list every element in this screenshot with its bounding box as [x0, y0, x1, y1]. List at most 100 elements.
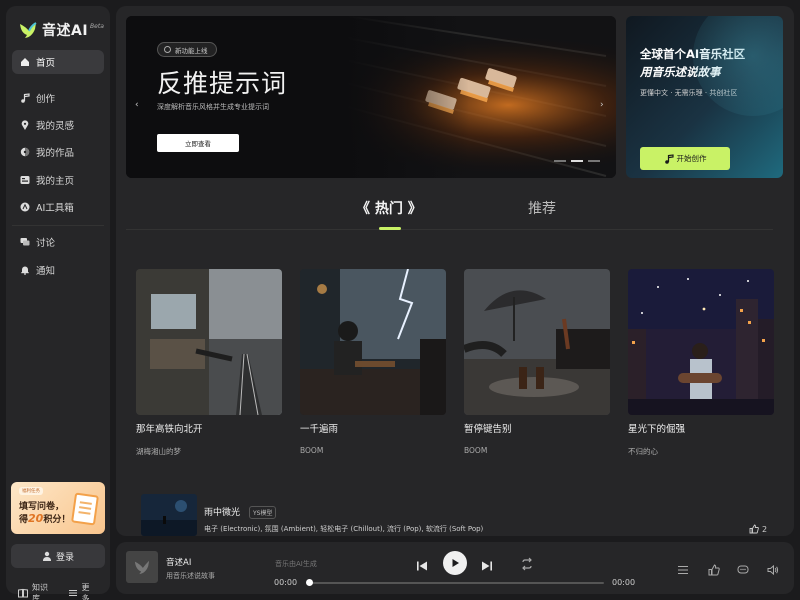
carousel-dot[interactable]	[588, 160, 600, 162]
progress-bar[interactable]	[308, 582, 604, 584]
sidebar-item-label: 我的灵感	[36, 121, 75, 132]
content-tabs: 《 热门 》 推荐	[126, 190, 773, 230]
song-cover	[136, 269, 282, 415]
next-icon[interactable]	[481, 557, 493, 576]
player-title: 音述AI	[166, 558, 192, 568]
starry-guitarist-artwork	[628, 269, 774, 415]
song-artist[interactable]: 湖梅湘山的梦	[136, 446, 282, 457]
train-office-artwork	[136, 269, 282, 415]
community-title: 全球首个AI音乐社区	[640, 47, 746, 61]
song-card[interactable]: 暂停键告别 BOOM	[464, 269, 610, 455]
previous-icon[interactable]	[416, 557, 428, 576]
sidebar-item-works[interactable]: 我的作品	[12, 140, 104, 164]
bell-icon	[20, 265, 30, 275]
play-icon	[452, 559, 459, 567]
song-thumbnail	[141, 494, 197, 536]
survey-promo-banner[interactable]: 福利任务 填写问卷， 得20积分！	[11, 482, 105, 534]
song-genres: 电子 (Electronic), 氛围 (Ambient), 轻松电子 (Chi…	[204, 525, 484, 533]
book-icon	[18, 588, 28, 598]
playlist-icon[interactable]	[677, 561, 689, 580]
song-artist[interactable]: 不归的心	[628, 446, 774, 457]
beta-label: Beta	[90, 22, 104, 30]
like-button[interactable]: 2	[749, 524, 767, 534]
carousel-dot[interactable]	[571, 160, 583, 162]
play-button[interactable]	[443, 551, 467, 575]
ai-toolbox-icon	[20, 202, 30, 212]
sidebar-item-inspiration[interactable]: 我的灵感	[12, 113, 104, 137]
song-title: 一千遍雨	[300, 424, 339, 435]
sidebar-item-label: AI工具箱	[36, 203, 74, 214]
knowledge-base-link[interactable]: 知识库	[18, 582, 52, 600]
carousel-dot[interactable]	[554, 160, 566, 162]
sidebar-item-label: 首页	[36, 58, 56, 69]
sidebar-item-label: 我的主页	[36, 176, 75, 187]
repeat-icon[interactable]	[520, 556, 534, 575]
chat-icon	[20, 237, 30, 247]
main-content: 新功能上线 反推提示词 深度解析音乐风格并生成专业提示词 立即查看 ‹ › 全球…	[116, 6, 794, 536]
carousel-indicators	[554, 160, 605, 162]
song-cover	[628, 269, 774, 415]
music-note-icon	[664, 153, 674, 164]
more-link[interactable]: 更多	[68, 582, 94, 600]
profile-card-icon	[20, 175, 30, 185]
sidebar-item-label: 创作	[36, 94, 56, 105]
tab-recommend[interactable]: 推荐	[528, 198, 556, 218]
banner-subtitle: 深度解析音乐风格并生成专业提示词	[157, 103, 269, 111]
song-cover	[300, 269, 446, 415]
volume-icon[interactable]	[767, 561, 779, 580]
song-artist[interactable]: BOOM	[464, 446, 610, 455]
song-artist[interactable]: BOOM	[300, 446, 446, 455]
ai-generated-hint: 音乐由AI生成	[275, 560, 317, 568]
user-icon	[42, 551, 52, 561]
music-note-icon	[20, 93, 30, 103]
player-subtitle: 用音乐述说故事	[166, 572, 215, 580]
sidebar-item-ai-toolbox[interactable]: AI工具箱	[12, 195, 104, 219]
new-feature-badge: 新功能上线	[157, 42, 217, 57]
song-title: 那年高铁向北开	[136, 424, 203, 435]
sidebar: 音述AI Beta 首页 创作 我的灵感 我的作品 我的主页 AI工具箱 讨论 …	[6, 6, 110, 600]
progress-handle[interactable]	[306, 579, 313, 586]
song-title: 星光下的倔强	[628, 424, 686, 435]
chevron-left-icon[interactable]: ‹	[135, 100, 139, 110]
sidebar-item-label: 讨论	[36, 238, 56, 249]
sidebar-divider	[12, 225, 104, 226]
song-card[interactable]: 一千遍雨 BOOM	[300, 269, 446, 455]
chevron-right-icon[interactable]: ›	[600, 100, 604, 110]
logo-icon	[134, 560, 150, 575]
song-card[interactable]: 星光下的倔强 不归的心	[628, 269, 774, 457]
current-time: 00:00	[274, 578, 298, 587]
disc-icon	[20, 147, 30, 157]
song-card[interactable]: 那年高铁向北开 湖梅湘山的梦	[136, 269, 282, 457]
song-title: 雨中微光	[204, 508, 241, 518]
like-count: 2	[762, 524, 768, 534]
sidebar-item-profile[interactable]: 我的主页	[12, 168, 104, 192]
total-time: 00:00	[612, 578, 636, 587]
feature-banner[interactable]: 新功能上线 反推提示词 深度解析音乐风格并生成专业提示词 立即查看 ‹ ›	[126, 16, 616, 178]
location-pin-icon	[20, 120, 30, 130]
sidebar-item-label: 我的作品	[36, 148, 75, 159]
promo-line2: 得20积分！	[19, 512, 71, 525]
comment-icon[interactable]	[737, 561, 749, 580]
sidebar-footer: 知识库 更多	[18, 582, 110, 600]
logo[interactable]: 音述AI Beta	[18, 20, 104, 40]
sparkle-icon	[164, 46, 171, 53]
list-item[interactable]: 雨中微光 YS模型 电子 (Electronic), 氛围 (Ambient),…	[141, 494, 771, 536]
thumbs-up-icon[interactable]	[708, 561, 720, 580]
sidebar-item-create[interactable]: 创作	[12, 86, 104, 110]
logo-text: 音述AI	[42, 23, 89, 39]
sidebar-item-notifications[interactable]: 通知	[12, 258, 104, 282]
thumbs-up-icon	[749, 524, 759, 534]
model-tag: YS模型	[249, 506, 277, 519]
player-cover	[126, 551, 158, 583]
login-button[interactable]: 登录	[11, 544, 105, 568]
sidebar-item-home[interactable]: 首页	[12, 50, 104, 74]
community-subtitle: 更懂中文 · 无需乐理 · 共创社区	[640, 89, 738, 97]
start-creating-button[interactable]: 开始创作	[640, 147, 730, 170]
promo-tag: 福利任务	[19, 487, 43, 495]
sidebar-item-discussion[interactable]: 讨论	[12, 230, 104, 254]
login-label: 登录	[55, 552, 74, 563]
sidebar-item-label: 通知	[36, 266, 56, 277]
menu-icon	[68, 588, 78, 598]
tab-hot[interactable]: 《 热门 》	[356, 198, 422, 218]
view-now-button[interactable]: 立即查看	[157, 134, 239, 152]
